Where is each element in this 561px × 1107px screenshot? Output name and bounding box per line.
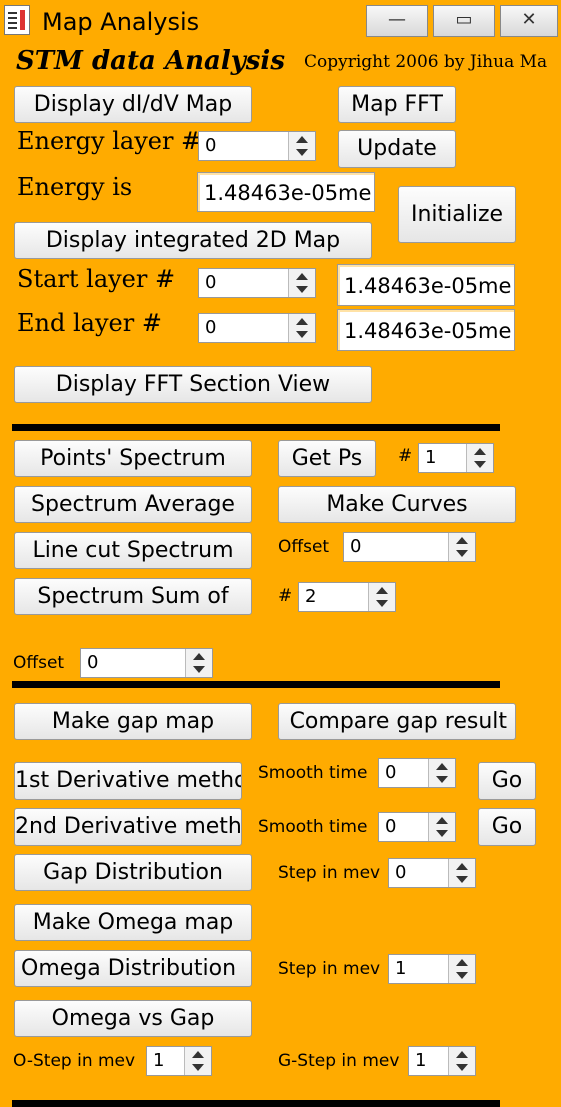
spinner-arrows-icon[interactable] <box>185 649 212 677</box>
maximize-button[interactable]: ▭ <box>433 5 495 37</box>
points-count-spinner[interactable]: 1 <box>418 443 494 473</box>
step-in-mev-value-2: 1 <box>395 958 407 979</box>
section-divider <box>12 1100 500 1107</box>
go-button-1[interactable]: Go <box>478 762 536 800</box>
energy-value-field[interactable]: 1.48463e-05me <box>197 172 375 212</box>
smooth-time-value-1: 0 <box>385 762 397 783</box>
make-curves-button[interactable]: Make Curves <box>278 486 516 523</box>
compare-gap-result-button[interactable]: Compare gap result <box>278 703 516 740</box>
energy-is-label: Energy is <box>17 173 133 201</box>
omega-distribution-button[interactable]: Omega Distribution <box>14 950 252 987</box>
spectrum-sum-of-button[interactable]: Spectrum Sum of <box>14 578 252 615</box>
end-layer-value: 0 <box>205 317 217 338</box>
sum-count-spinner[interactable]: 2 <box>298 582 396 612</box>
minimize-icon: — <box>388 9 406 30</box>
step-in-mev-label-2: Step in mev <box>278 959 381 979</box>
start-layer-label: Start layer # <box>17 265 176 293</box>
line-cut-spectrum-button[interactable]: Line cut Spectrum <box>14 532 252 569</box>
spinner-arrows-icon[interactable] <box>466 444 493 472</box>
spinner-arrows-icon[interactable] <box>368 583 395 611</box>
end-layer-spinner[interactable]: 0 <box>198 313 316 343</box>
smooth-time-spinner-1[interactable]: 0 <box>378 758 456 788</box>
section-divider <box>12 424 500 431</box>
maximize-icon: ▭ <box>455 9 473 30</box>
app-heading: STM data Analysis <box>16 46 285 76</box>
offset2-spinner[interactable]: 0 <box>80 648 213 678</box>
start-layer-spinner[interactable]: 0 <box>198 268 316 298</box>
smooth-time-label-2: Smooth time <box>258 817 368 837</box>
points-spectrum-button[interactable]: Points' Spectrum <box>14 440 252 477</box>
spinner-arrows-icon[interactable] <box>428 813 455 841</box>
display-didv-map-button[interactable]: Display dI/dV Map <box>14 86 252 123</box>
offset-label: Offset <box>278 537 330 557</box>
step-in-mev-spinner-1[interactable]: 0 <box>388 858 476 888</box>
app-icon <box>4 5 30 35</box>
update-button[interactable]: Update <box>338 130 456 168</box>
display-fft-section-view-button[interactable]: Display FFT Section View <box>14 366 372 403</box>
spinner-arrows-icon[interactable] <box>288 314 315 342</box>
smooth-time-label-1: Smooth time <box>258 763 368 783</box>
spinner-arrows-icon[interactable] <box>448 533 475 561</box>
step-in-mev-value-1: 0 <box>395 862 407 883</box>
spinner-arrows-icon[interactable] <box>288 132 315 160</box>
omega-vs-gap-button[interactable]: Omega vs Gap <box>14 1000 252 1037</box>
window-titlebar: Map Analysis — ▭ ✕ <box>0 0 561 42</box>
offset-value: 0 <box>350 536 362 557</box>
end-layer-label: End layer # <box>17 309 162 337</box>
window-title: Map Analysis <box>42 8 200 36</box>
map-fft-button[interactable]: Map FFT <box>338 86 456 123</box>
make-gap-map-button[interactable]: Make gap map <box>14 703 252 740</box>
copyright-text: Copyright 2006 by Jihua Ma <box>304 52 548 72</box>
section-divider <box>12 681 500 688</box>
spinner-arrows-icon[interactable] <box>448 1047 475 1075</box>
initialize-button[interactable]: Initialize <box>398 186 516 243</box>
start-energy-field[interactable]: 1.48463e-05me <box>337 264 515 306</box>
first-derivative-method-button[interactable]: 1st Derivative method <box>14 762 242 800</box>
spectrum-average-button[interactable]: Spectrum Average <box>14 486 252 523</box>
points-count-value: 1 <box>425 447 437 468</box>
points-count-label: # <box>398 446 413 466</box>
g-step-label: G-Step in mev <box>278 1051 400 1071</box>
smooth-time-spinner-2[interactable]: 0 <box>378 812 456 842</box>
o-step-value: 1 <box>153 1050 165 1071</box>
end-energy-field[interactable]: 1.48463e-05me <box>337 309 515 351</box>
spinner-arrows-icon[interactable] <box>428 759 455 787</box>
go-button-2[interactable]: Go <box>478 808 536 846</box>
spinner-arrows-icon[interactable] <box>448 859 475 887</box>
step-in-mev-label-1: Step in mev <box>278 863 381 883</box>
start-layer-value: 0 <box>205 272 217 293</box>
offset2-label: Offset <box>13 653 65 673</box>
o-step-spinner[interactable]: 1 <box>146 1046 212 1076</box>
g-step-value: 1 <box>415 1050 427 1071</box>
energy-layer-label: Energy layer # <box>17 127 202 155</box>
close-icon: ✕ <box>521 9 537 30</box>
offset2-value: 0 <box>87 652 99 673</box>
get-ps-button[interactable]: Get Ps <box>278 440 376 477</box>
close-button[interactable]: ✕ <box>500 5 558 37</box>
step-in-mev-spinner-2[interactable]: 1 <box>388 954 476 984</box>
spinner-arrows-icon[interactable] <box>288 269 315 297</box>
g-step-spinner[interactable]: 1 <box>408 1046 476 1076</box>
make-omega-map-button[interactable]: Make Omega map <box>14 904 252 941</box>
sum-count-label: # <box>278 586 293 606</box>
display-integrated-2d-map-button[interactable]: Display integrated 2D Map <box>14 222 372 259</box>
o-step-label: O-Step in mev <box>13 1051 136 1071</box>
second-derivative-method-button[interactable]: 2nd Derivative method <box>14 808 242 846</box>
sum-count-value: 2 <box>305 586 317 607</box>
offset-spinner[interactable]: 0 <box>343 532 476 562</box>
gap-distribution-button[interactable]: Gap Distribution <box>14 854 252 891</box>
energy-layer-value: 0 <box>205 135 217 156</box>
spinner-arrows-icon[interactable] <box>448 955 475 983</box>
spinner-arrows-icon[interactable] <box>184 1047 211 1075</box>
minimize-button[interactable]: — <box>366 5 428 37</box>
energy-layer-spinner[interactable]: 0 <box>198 131 316 161</box>
smooth-time-value-2: 0 <box>385 816 397 837</box>
